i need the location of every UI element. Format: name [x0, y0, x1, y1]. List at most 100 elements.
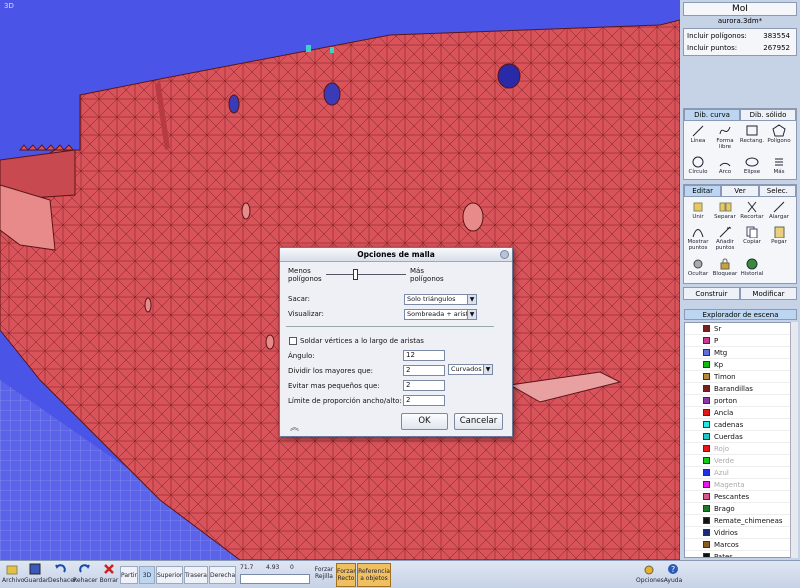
modify-button[interactable]: Modificar: [740, 287, 797, 300]
view-3d-button[interactable]: 3D: [139, 566, 155, 584]
tool-ellipse[interactable]: Elipse: [739, 155, 765, 175]
scene-scrollbar[interactable]: [790, 322, 798, 558]
output-select[interactable]: Solo triángulos ▼: [404, 294, 477, 305]
tool-trim[interactable]: Recortar: [739, 200, 765, 220]
tab-view[interactable]: Ver: [721, 185, 759, 197]
list-item[interactable]: Pates: [685, 551, 791, 557]
tool-circle[interactable]: Círculo: [685, 155, 711, 175]
color-swatch[interactable]: [703, 361, 710, 368]
close-icon[interactable]: [500, 250, 509, 259]
color-swatch[interactable]: [703, 505, 710, 512]
tab-draw-solid[interactable]: Dib. sólido: [740, 109, 796, 121]
color-swatch[interactable]: [703, 421, 710, 428]
color-swatch[interactable]: [703, 325, 710, 332]
list-item[interactable]: Azul: [685, 467, 791, 479]
view-back-button[interactable]: Trasera: [184, 566, 208, 584]
file-button[interactable]: Archivo: [2, 563, 24, 584]
list-item[interactable]: Ancla: [685, 407, 791, 419]
tool-show-points[interactable]: Mostrar puntos: [685, 225, 711, 251]
tool-copy[interactable]: Copiar: [739, 225, 765, 245]
density-slider-thumb[interactable]: [353, 269, 359, 280]
object-snap-button[interactable]: Referencia a objetos: [357, 563, 391, 587]
color-swatch[interactable]: [703, 529, 710, 536]
color-swatch[interactable]: [703, 469, 710, 476]
list-item[interactable]: Marcos: [685, 539, 791, 551]
force-straight-button[interactable]: Forzar Recto: [336, 563, 356, 587]
tab-select[interactable]: Selec.: [758, 185, 796, 197]
color-swatch[interactable]: [703, 397, 710, 404]
force-grid-button[interactable]: Forzar Rejilla: [313, 566, 335, 584]
view-top-button[interactable]: Superior: [156, 566, 183, 584]
help-button[interactable]: ? Ayuda: [663, 563, 683, 584]
tool-arc[interactable]: Arco: [712, 155, 738, 175]
color-swatch[interactable]: [703, 433, 710, 440]
color-swatch[interactable]: [703, 409, 710, 416]
tool-join[interactable]: Unir: [685, 200, 711, 220]
ratio-input[interactable]: 2: [403, 395, 445, 406]
list-item[interactable]: Magenta: [685, 479, 791, 491]
list-item[interactable]: Brago: [685, 503, 791, 515]
cancel-button[interactable]: Cancelar: [454, 413, 503, 430]
color-swatch[interactable]: [703, 337, 710, 344]
list-item[interactable]: cadenas: [685, 419, 791, 431]
angle-input[interactable]: 12: [403, 350, 445, 361]
tool-separate[interactable]: Separar: [712, 200, 738, 220]
delete-button[interactable]: Borrar: [99, 563, 119, 584]
divide-mode-select[interactable]: Curvados ▼: [448, 364, 493, 375]
display-select-value: Sombreada + aristas: [407, 310, 476, 318]
save-button[interactable]: Guardar: [24, 563, 48, 584]
undo-button[interactable]: Deshacer: [48, 563, 76, 584]
tool-more[interactable]: Más: [766, 155, 792, 175]
coordinate-input[interactable]: [240, 574, 310, 584]
tool-lock[interactable]: Bloquear: [712, 257, 738, 277]
color-swatch[interactable]: [703, 481, 710, 488]
tool-polygon[interactable]: Polígono: [766, 124, 792, 144]
split-button[interactable]: Partir: [120, 566, 138, 584]
list-item[interactable]: porton: [685, 395, 791, 407]
color-swatch[interactable]: [703, 553, 710, 557]
list-item[interactable]: Vidrios: [685, 527, 791, 539]
view-right-button[interactable]: Derecha: [209, 566, 236, 584]
tool-hide[interactable]: Ocultar: [685, 257, 711, 277]
ok-button[interactable]: OK: [401, 413, 448, 430]
construct-button[interactable]: Construir: [683, 287, 740, 300]
color-swatch[interactable]: [703, 445, 710, 452]
weld-checkbox[interactable]: [289, 337, 297, 345]
list-item[interactable]: Pescantes: [685, 491, 791, 503]
color-swatch[interactable]: [703, 457, 710, 464]
color-swatch[interactable]: [703, 373, 710, 380]
color-swatch[interactable]: [703, 493, 710, 500]
tab-edit[interactable]: Editar: [684, 185, 722, 197]
tool-line[interactable]: Línea: [685, 124, 711, 144]
display-select[interactable]: Sombreada + aristas ▼: [404, 309, 477, 320]
color-swatch[interactable]: [703, 385, 710, 392]
collapse-icon[interactable]: ︽: [290, 420, 299, 433]
redo-button[interactable]: Rehacer: [73, 563, 98, 584]
tool-extend[interactable]: Alargar: [766, 200, 792, 220]
tab-draw-curve[interactable]: Dib. curva: [684, 109, 740, 121]
list-item[interactable]: Verde: [685, 455, 791, 467]
list-item[interactable]: Mtg: [685, 347, 791, 359]
tool-add-points-label: Añadir puntos: [715, 239, 735, 251]
options-button[interactable]: Opciones: [636, 563, 664, 584]
tool-history[interactable]: Historial: [739, 257, 765, 277]
density-slider-track[interactable]: [326, 274, 406, 275]
list-item[interactable]: Rojo: [685, 443, 791, 455]
divide-input[interactable]: 2: [403, 365, 445, 376]
tool-paste[interactable]: Pegar: [766, 225, 792, 245]
list-item[interactable]: P: [685, 335, 791, 347]
scene-browser-title[interactable]: Explorador de escena: [684, 309, 797, 320]
color-swatch[interactable]: [703, 541, 710, 548]
tool-rectangle[interactable]: Rectang.: [739, 124, 765, 144]
list-item[interactable]: Timon: [685, 371, 791, 383]
list-item[interactable]: Remate_chimeneas: [685, 515, 791, 527]
list-item[interactable]: Sr: [685, 323, 791, 335]
list-item[interactable]: Cuerdas: [685, 431, 791, 443]
list-item[interactable]: Kp: [685, 359, 791, 371]
avoid-input[interactable]: 2: [403, 380, 445, 391]
list-item[interactable]: Barandillas: [685, 383, 791, 395]
tool-add-points[interactable]: Añadir puntos: [712, 225, 738, 251]
color-swatch[interactable]: [703, 349, 710, 356]
tool-freeform[interactable]: Forma libre: [712, 124, 738, 150]
color-swatch[interactable]: [703, 517, 710, 524]
